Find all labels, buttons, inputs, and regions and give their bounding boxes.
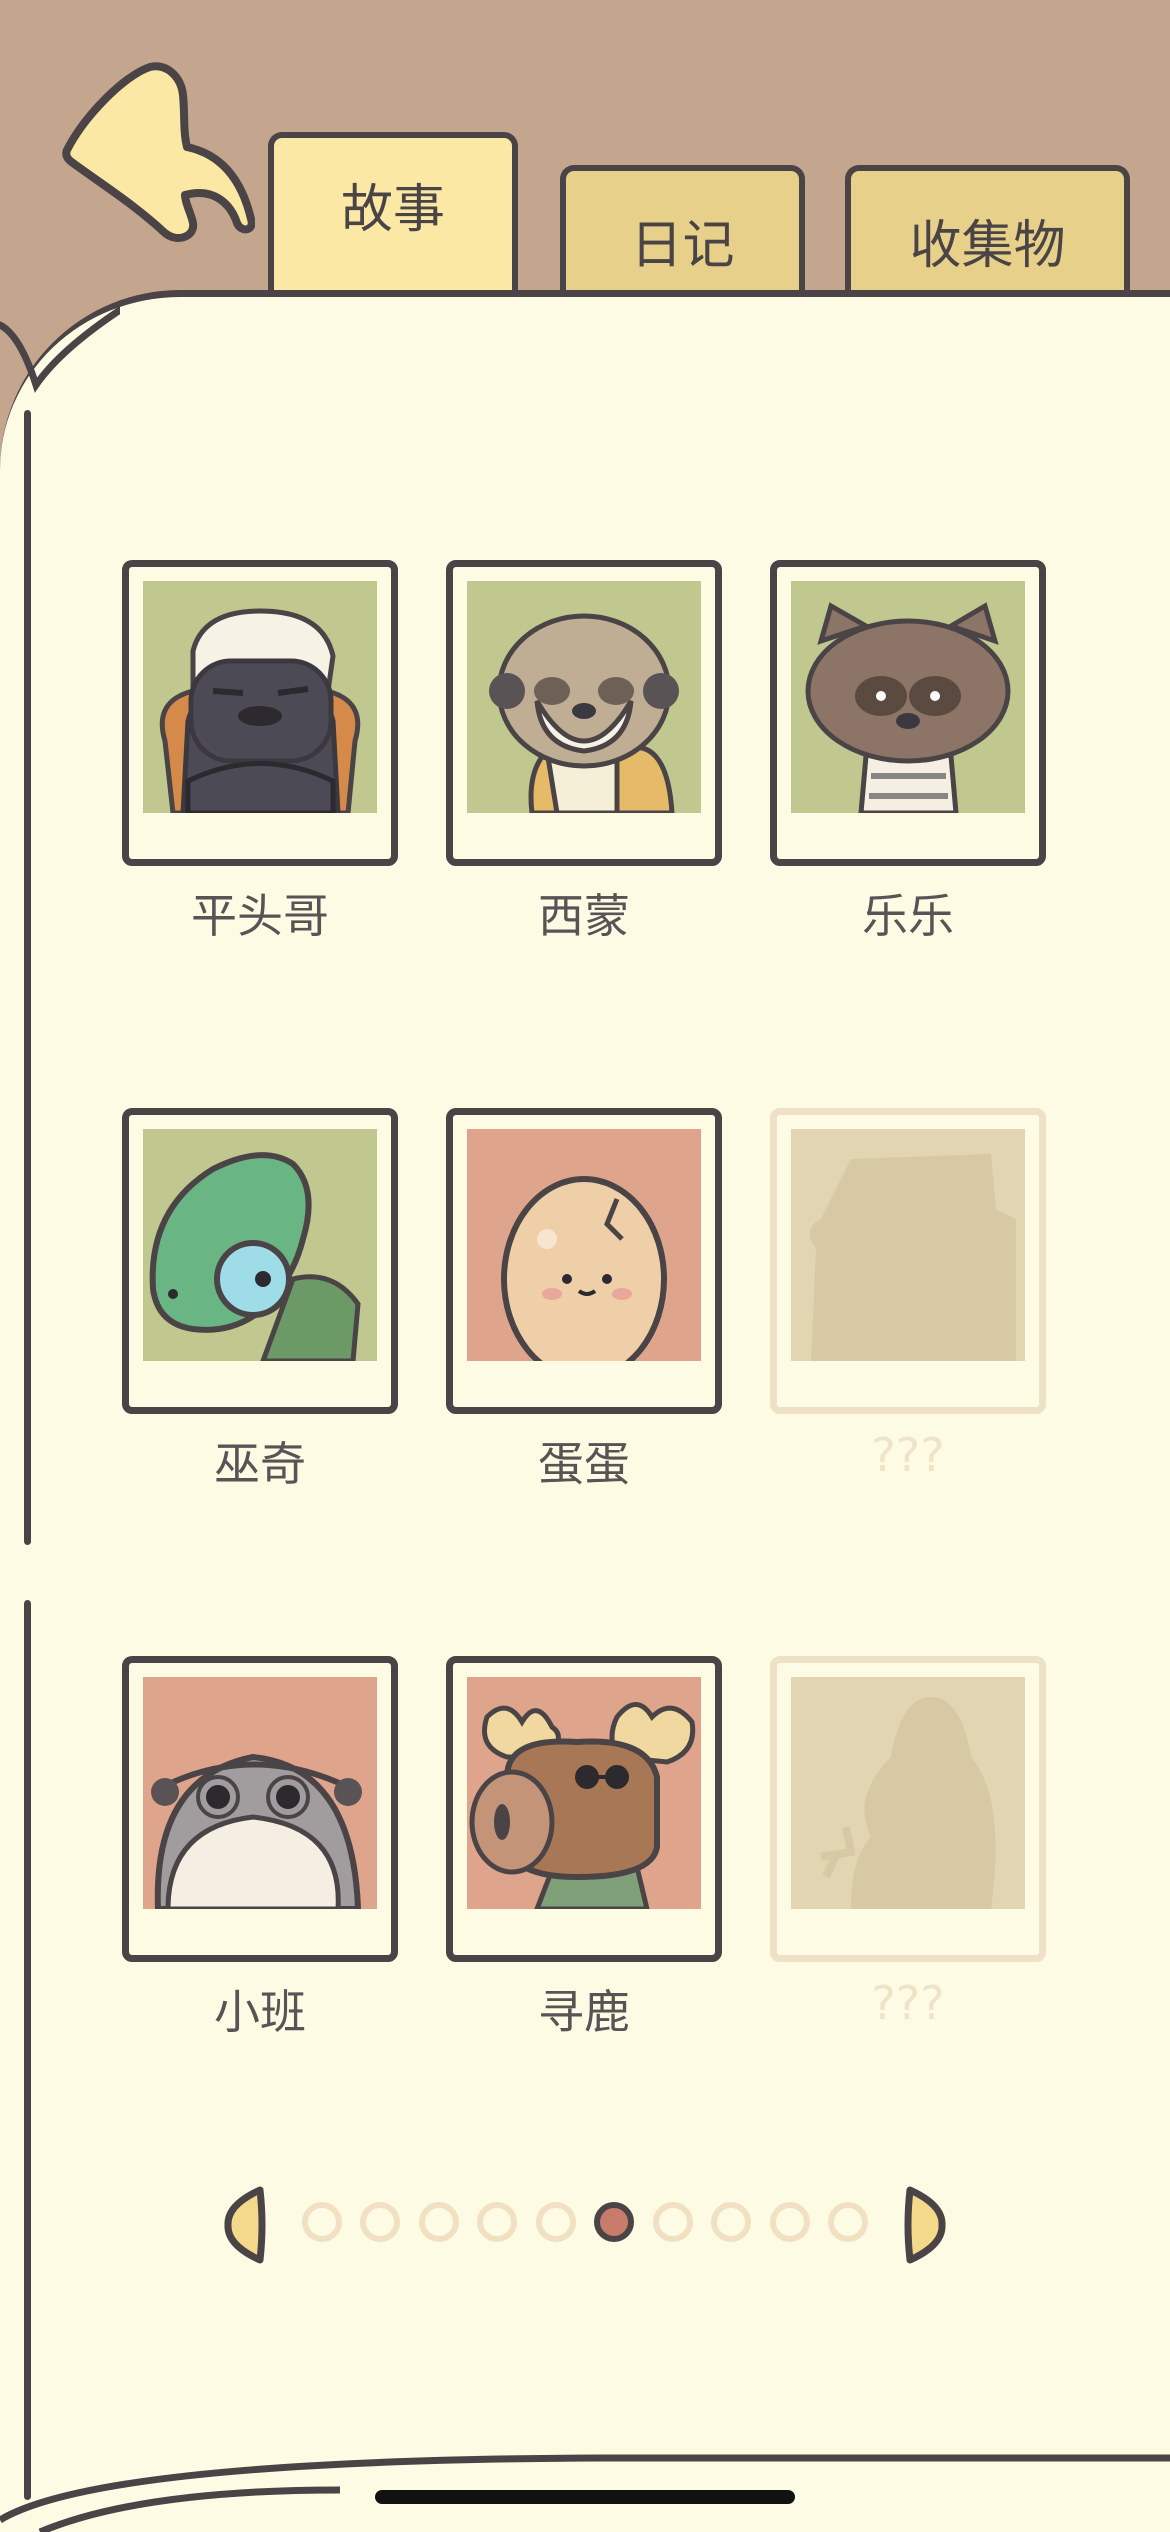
character-card-honey-badger[interactable] <box>122 560 398 866</box>
page-indicator-dot[interactable] <box>360 2202 400 2242</box>
page-indicator-dot[interactable] <box>419 2202 459 2242</box>
character-name: 寻鹿 <box>538 1985 630 2039</box>
locked-silhouette-icon <box>791 1129 1025 1361</box>
character-card-locked[interactable] <box>770 1108 1046 1414</box>
potato-egg-portrait-icon <box>467 1129 701 1361</box>
raccoon-dog-portrait-icon <box>791 581 1025 813</box>
character-card-raccoon-dog[interactable] <box>770 560 1046 866</box>
character-name: 乐乐 <box>862 889 954 943</box>
character-name: ??? <box>871 1428 945 1482</box>
tab-collectibles-label: 收集物 <box>909 216 1066 276</box>
page-indicator-dot[interactable] <box>711 2202 751 2242</box>
otter-portrait-icon <box>143 1677 377 1909</box>
character-name: 巫奇 <box>214 1437 306 1491</box>
character-name: 平头哥 <box>191 889 329 943</box>
tab-collectibles[interactable]: 收集物 <box>845 165 1130 300</box>
chevron-right-icon <box>904 2186 946 2264</box>
page-indicator-dot[interactable] <box>536 2202 576 2242</box>
page-bottom-edge <box>0 2454 1170 2532</box>
honey-badger-portrait-icon <box>143 581 377 813</box>
character-card-meerkat[interactable] <box>446 560 722 866</box>
page-indicator-dot[interactable] <box>828 2202 868 2242</box>
page-indicator-dot[interactable] <box>477 2202 517 2242</box>
page-indicator-dot-active[interactable] <box>594 2202 634 2242</box>
page-spine-upper <box>24 410 31 1545</box>
page-corner-curl <box>0 306 120 393</box>
character-card-moose[interactable] <box>446 1656 722 1962</box>
character-card-locked[interactable] <box>770 1656 1046 1962</box>
page-spine-lower <box>24 1600 31 2500</box>
moose-portrait-icon <box>467 1677 701 1909</box>
character-name: 蛋蛋 <box>538 1437 630 1491</box>
character-card-egg[interactable] <box>446 1108 722 1414</box>
prev-page-button[interactable] <box>222 2185 268 2265</box>
chameleon-portrait-icon <box>143 1129 377 1361</box>
page-indicator-dot[interactable] <box>770 2202 810 2242</box>
character-name: 小班 <box>214 1985 306 2039</box>
tab-story-label: 故事 <box>340 179 445 240</box>
page-indicator-dot[interactable] <box>653 2202 693 2242</box>
character-card-chameleon[interactable] <box>122 1108 398 1414</box>
back-button[interactable] <box>55 55 256 245</box>
next-page-button[interactable] <box>902 2185 948 2265</box>
character-card-otter[interactable] <box>122 1656 398 1962</box>
tab-story[interactable]: 故事 <box>268 132 518 300</box>
character-name: ??? <box>871 1976 945 2030</box>
character-name: 西蒙 <box>538 889 630 943</box>
tab-diary[interactable]: 日记 <box>560 165 805 300</box>
chevron-left-icon <box>224 2186 266 2264</box>
home-indicator[interactable] <box>375 2490 795 2504</box>
back-arrow-icon <box>62 62 256 242</box>
locked-silhouette-icon <box>791 1677 1025 1909</box>
meerkat-portrait-icon <box>467 581 701 813</box>
tab-diary-label: 日记 <box>630 216 735 276</box>
page-indicator-dot[interactable] <box>302 2202 342 2242</box>
